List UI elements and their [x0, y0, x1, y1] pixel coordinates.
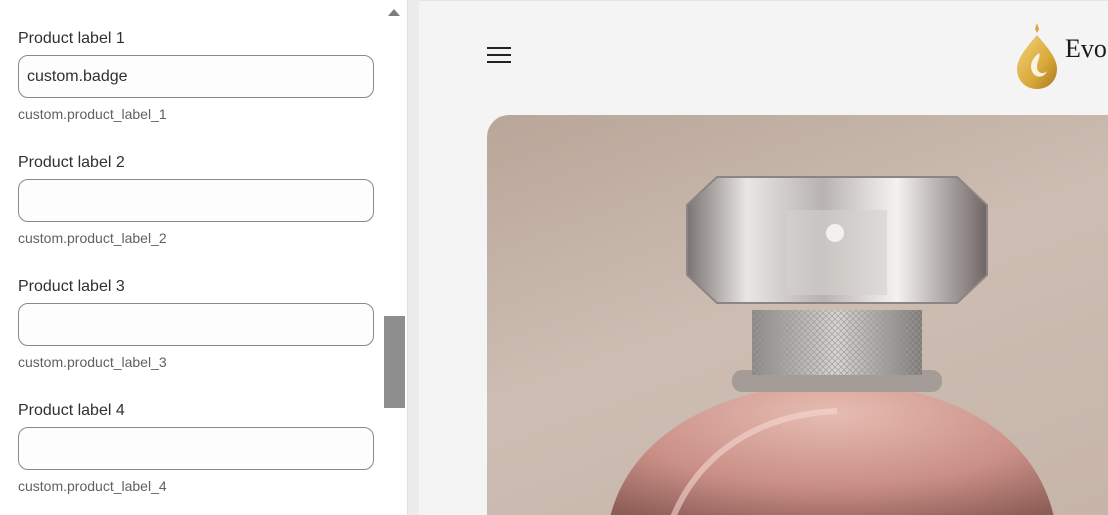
scrollbar-thumb[interactable] — [384, 316, 405, 408]
product-label-2-label: Product label 2 — [18, 154, 125, 171]
storefront-preview: Evo — [419, 0, 1108, 515]
product-label-2-help: custom.product_label_2 — [18, 230, 167, 246]
brand-logo-icon[interactable] — [1015, 23, 1059, 89]
product-label-4-label: Product label 4 — [18, 402, 125, 419]
product-label-3-input[interactable] — [18, 303, 374, 346]
settings-panel: Product label 1 custom.product_label_1 P… — [0, 0, 407, 515]
product-label-4-help: custom.product_label_4 — [18, 478, 167, 494]
hamburger-icon[interactable] — [487, 47, 511, 63]
product-label-3-label: Product label 3 — [18, 278, 125, 295]
brand-name[interactable]: Evo — [1065, 34, 1107, 64]
product-label-3-help: custom.product_label_3 — [18, 354, 167, 370]
panel-divider — [407, 0, 419, 515]
product-image[interactable] — [487, 115, 1108, 515]
product-label-1-label: Product label 1 — [18, 30, 125, 47]
product-label-1-input[interactable] — [18, 55, 374, 98]
scroll-up-arrow-icon[interactable] — [388, 9, 400, 16]
product-label-2-input[interactable] — [18, 179, 374, 222]
product-label-1-help: custom.product_label_1 — [18, 106, 167, 122]
product-label-4-input[interactable] — [18, 427, 374, 470]
